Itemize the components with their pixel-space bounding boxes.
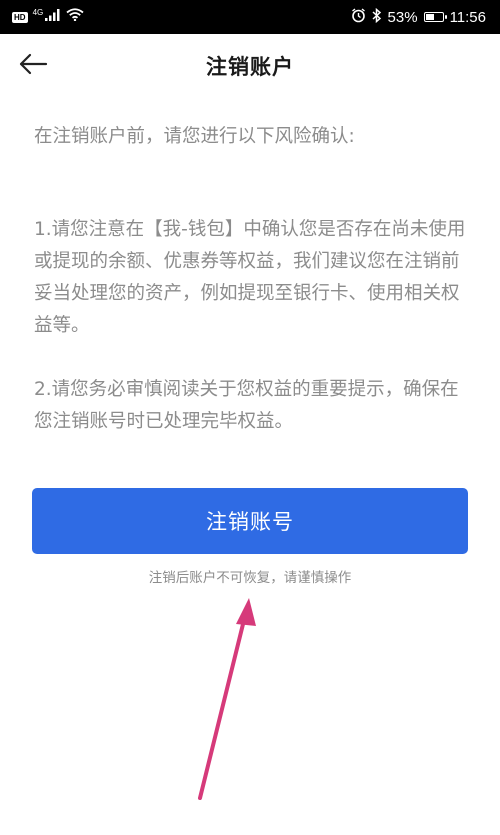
intro-text: 在注销账户前，请您进行以下风险确认: bbox=[34, 126, 355, 147]
battery-percent: 53% bbox=[387, 8, 418, 26]
battery-level bbox=[425, 14, 434, 20]
deactivate-account-button[interactable]: 注销账号 bbox=[32, 488, 468, 554]
status-right-group: 53% 11:56 bbox=[351, 0, 486, 34]
wifi-icon bbox=[66, 8, 84, 26]
nav-bar: 注销账户 bbox=[0, 34, 500, 98]
page-title: 注销账户 bbox=[206, 55, 294, 79]
status-left-group: HD 4G bbox=[12, 0, 84, 34]
hd-badge: HD bbox=[12, 11, 28, 23]
clock-time: 11:56 bbox=[449, 8, 486, 26]
battery-icon bbox=[423, 12, 447, 22]
network-type: 4G bbox=[32, 7, 44, 17]
bluetooth-icon bbox=[372, 7, 382, 27]
status-bar: HD 4G 53% 11:56 bbox=[0, 0, 500, 34]
signal-icon bbox=[45, 8, 61, 26]
risk-item-2: 2.请您务必审慎阅读关于您权益的重要提示，确保在您注销账号时已处理完毕权益。 bbox=[34, 379, 459, 432]
irreversible-warning: 注销后账户不可恢复，请谨慎操作 bbox=[148, 570, 352, 586]
risk-item-1: 1.请您注意在【我-钱包】中确认您是否存在尚未使用或提现的余额、优惠券等权益，我… bbox=[34, 219, 466, 336]
alarm-icon bbox=[351, 7, 366, 27]
